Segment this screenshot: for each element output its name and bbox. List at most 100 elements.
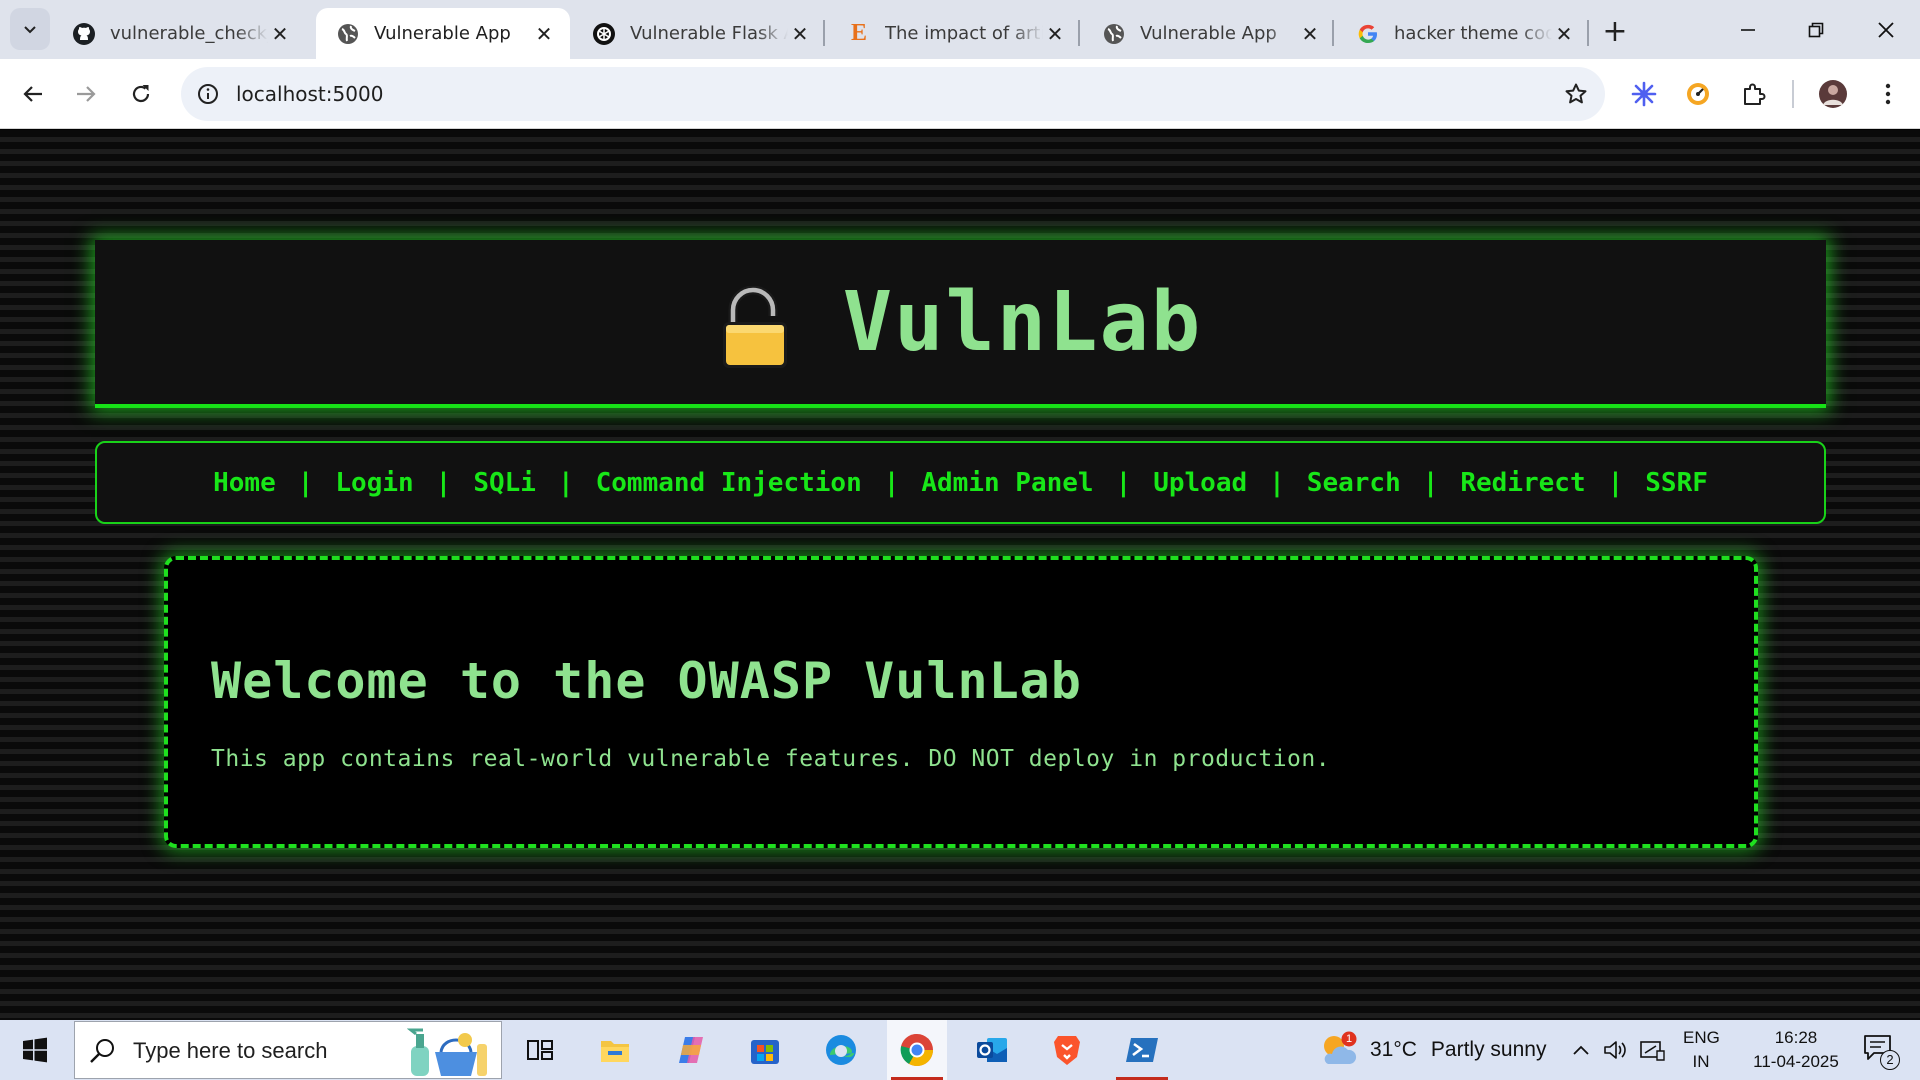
- store-icon: [751, 1040, 779, 1064]
- weather-condition: Partly sunny: [1430, 1038, 1547, 1061]
- tab-title: The impact of artifi: [885, 23, 1043, 44]
- close-icon[interactable]: ✕: [1552, 22, 1576, 46]
- system-clock[interactable]: 16:28 11-04-2025: [1744, 1026, 1848, 1074]
- nav-link-ssrf[interactable]: SSRF: [1645, 468, 1708, 498]
- extension-sparkle-icon[interactable]: [1624, 74, 1664, 114]
- restore-icon: [1808, 22, 1824, 38]
- browser-tab-6[interactable]: hacker theme code ✕: [1336, 8, 1590, 59]
- weather-widget[interactable]: 1 31°C Partly sunny: [1318, 1020, 1546, 1080]
- clock-time: 16:28: [1774, 1028, 1818, 1047]
- close-icon[interactable]: ✕: [1298, 22, 1322, 46]
- volume-button[interactable]: [1601, 1020, 1631, 1080]
- nav-link-redirect[interactable]: Redirect: [1460, 468, 1585, 498]
- windows-taskbar: Type here to search 1 31°C Partly sunny …: [0, 1020, 1920, 1080]
- copilot-button[interactable]: [661, 1020, 721, 1080]
- browser-tab-4[interactable]: E The impact of artifi ✕: [827, 8, 1081, 59]
- url-text[interactable]: localhost:5000: [236, 67, 383, 121]
- nav-separator: |: [557, 467, 574, 498]
- nav-separator: |: [1422, 467, 1439, 498]
- nav-separator: |: [883, 467, 900, 498]
- back-button[interactable]: [13, 74, 53, 114]
- clock-date: 11-04-2025: [1753, 1052, 1839, 1071]
- tab-divider: [823, 20, 825, 46]
- unlocked-padlock-icon: [722, 286, 787, 368]
- browser-tab-1[interactable]: vulnerable_check_a ✕: [52, 8, 306, 59]
- e-letter-icon: E: [850, 20, 867, 46]
- globe-icon: [336, 22, 360, 46]
- partly-sunny-icon: 1: [1318, 1030, 1358, 1070]
- tab-search-button[interactable]: [10, 8, 50, 50]
- forward-button[interactable]: [66, 74, 106, 114]
- page-viewport: VulnLab Home | Login | SQLi | Command In…: [0, 130, 1920, 1020]
- profile-avatar[interactable]: [1813, 74, 1853, 114]
- network-button[interactable]: [1637, 1020, 1667, 1080]
- task-view-button[interactable]: [510, 1020, 570, 1080]
- restore-button[interactable]: [1786, 8, 1846, 52]
- close-icon[interactable]: ✕: [532, 22, 556, 46]
- bookmark-star-icon[interactable]: [1561, 79, 1591, 109]
- tab-title: hacker theme code: [1394, 23, 1552, 44]
- browser-tab-3[interactable]: Vulnerable Flask Ap ✕: [572, 8, 826, 59]
- address-bar[interactable]: localhost:5000: [181, 67, 1605, 121]
- chrome-button[interactable]: [887, 1020, 947, 1080]
- reload-icon: [132, 85, 150, 103]
- tab-title: Vulnerable Flask Ap: [630, 23, 788, 44]
- extension-speed-icon[interactable]: [1678, 74, 1718, 114]
- browser-tab-2[interactable]: Vulnerable App ✕: [316, 8, 570, 59]
- nav-link-admin-panel[interactable]: Admin Panel: [921, 468, 1093, 498]
- nav-link-search[interactable]: Search: [1307, 468, 1401, 498]
- brave-lion-icon: [1054, 1036, 1080, 1065]
- site-title: VulnLab: [842, 274, 1203, 370]
- site-info-icon[interactable]: [193, 79, 223, 109]
- warning-text: This app contains real-world vulnerable …: [211, 746, 1331, 772]
- outlook-button[interactable]: [962, 1020, 1022, 1080]
- show-hidden-icons-button[interactable]: [1568, 1020, 1594, 1080]
- close-icon[interactable]: ✕: [788, 22, 812, 46]
- microsoft-store-button[interactable]: [735, 1020, 795, 1080]
- weather-badge: 1: [1345, 1033, 1353, 1045]
- nav-link-command-injection[interactable]: Command Injection: [596, 468, 862, 498]
- notification-count-badge: 2: [1880, 1050, 1900, 1070]
- browser-tab-5[interactable]: Vulnerable App ✕: [1082, 8, 1336, 59]
- file-explorer-button[interactable]: [585, 1020, 645, 1080]
- tab-title: Vulnerable App: [1140, 23, 1277, 44]
- powershell-button[interactable]: [1112, 1020, 1172, 1080]
- extensions-puzzle-icon[interactable]: [1733, 74, 1773, 114]
- cleaning-supplies-icon: [407, 1028, 487, 1076]
- nav-link-sqli[interactable]: SQLi: [473, 468, 536, 498]
- close-icon[interactable]: ✕: [268, 22, 292, 46]
- start-button[interactable]: [0, 1020, 70, 1080]
- nav-link-home[interactable]: Home: [213, 468, 276, 498]
- copilot-icon: [679, 1037, 703, 1063]
- nav-separator: |: [1115, 467, 1132, 498]
- tab-title: Vulnerable App: [374, 23, 511, 44]
- toolbar-divider: [1792, 80, 1794, 108]
- nav-link-login[interactable]: Login: [335, 468, 413, 498]
- brave-button[interactable]: [1037, 1020, 1097, 1080]
- edge-icon: [826, 1035, 856, 1065]
- notifications-button[interactable]: 2: [1862, 1030, 1902, 1070]
- input-language-indicator[interactable]: ENG IN: [1683, 1026, 1720, 1074]
- close-icon[interactable]: ✕: [1043, 22, 1067, 46]
- chevron-down-icon: [24, 26, 36, 34]
- welcome-panel: Welcome to the OWASP VulnLab This app co…: [164, 556, 1758, 848]
- region-code: IN: [1692, 1052, 1710, 1071]
- browser-menu-icon[interactable]: [1868, 74, 1908, 114]
- nav-link-upload[interactable]: Upload: [1153, 468, 1247, 498]
- task-view-icon: [527, 1040, 553, 1060]
- tab-divider: [1587, 20, 1589, 46]
- nav-separator: |: [435, 467, 452, 498]
- globe-icon: [1102, 22, 1126, 46]
- minimize-button[interactable]: [1718, 8, 1778, 52]
- welcome-heading: Welcome to the OWASP VulnLab: [211, 652, 1082, 710]
- nav-separator: |: [1269, 467, 1285, 498]
- site-header: VulnLab: [95, 240, 1826, 408]
- arrow-right-icon: [77, 86, 96, 102]
- edge-button[interactable]: [811, 1020, 871, 1080]
- taskbar-search-box[interactable]: Type here to search: [74, 1021, 502, 1079]
- reload-button[interactable]: [121, 74, 161, 114]
- language-code: ENG: [1683, 1028, 1720, 1047]
- browser-tab-strip: vulnerable_check_a ✕ Vulnerable App ✕ Vu…: [0, 0, 1920, 59]
- new-tab-button[interactable]: +: [1598, 14, 1632, 49]
- close-window-button[interactable]: [1856, 8, 1916, 52]
